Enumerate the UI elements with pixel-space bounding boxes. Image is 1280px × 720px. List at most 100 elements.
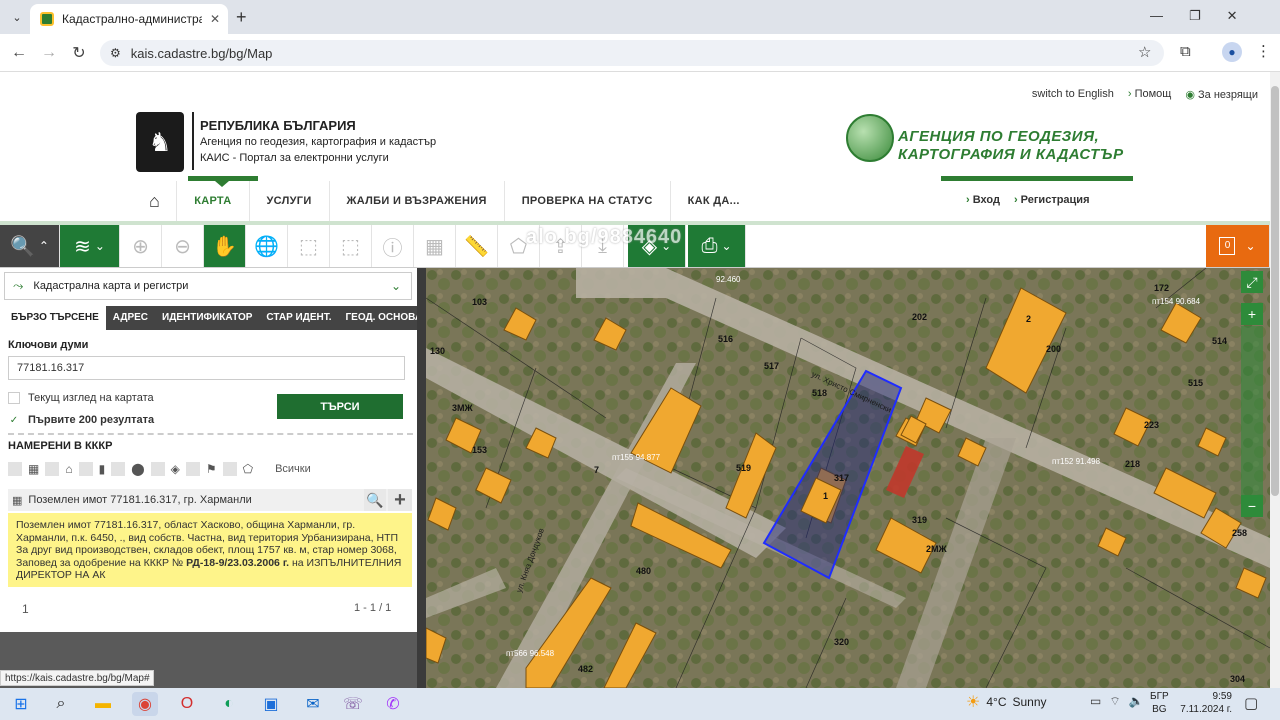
profile-avatar-icon[interactable]: ● (1222, 42, 1242, 62)
satellite-map[interactable]: alo.bg/9884640 103 130 516 517 518 519 4… (426, 268, 1270, 688)
result-header[interactable]: ▦ Поземлен имот 77181.16.317, гр. Харман… (8, 489, 412, 511)
search-tool-button[interactable]: 🔍 ⌃ (0, 225, 60, 267)
keywords-input[interactable] (8, 356, 405, 380)
cart-button[interactable]: 0 ⌄ (1206, 225, 1270, 267)
taskbar-clock[interactable]: 9:59 7.11.2024 г. (1178, 690, 1232, 716)
boundary-icon[interactable]: ⬠ (243, 462, 253, 476)
tab-quick-search[interactable]: БЪРЗО ТЪРСЕНЕ (4, 306, 106, 330)
zoom-in-button[interactable]: + (1241, 303, 1263, 325)
search-button[interactable]: ТЪРСИ (277, 394, 403, 419)
nav-how-to[interactable]: КАК ДА... (671, 181, 757, 221)
government-logo[interactable]: ♞ РЕПУБЛИКА БЪЛГАРИЯ Агенция по геодезия… (136, 112, 466, 172)
parcel-grid-icon[interactable]: ▦ (28, 462, 39, 476)
filter-checkbox[interactable] (45, 462, 60, 476)
back-icon[interactable]: ← (8, 42, 30, 64)
zoom-out-tool[interactable]: ⊖ (162, 225, 204, 267)
agency-logo[interactable]: АГЕНЦИЯ ПО ГЕОДЕЗИЯ, КАРТОГРАФИЯ И КАДАС… (846, 114, 1136, 166)
filter-checkbox[interactable] (222, 462, 237, 476)
measure-distance-tool[interactable]: 📏 (456, 225, 498, 267)
viber-icon[interactable]: ☏ (340, 692, 366, 716)
weather-widget[interactable]: ☀ 4°C Sunny (966, 692, 1047, 712)
chrome-icon[interactable]: ◉ (132, 692, 158, 716)
new-tab-button[interactable]: + (236, 7, 247, 28)
nav-map[interactable]: КАРТА (177, 181, 250, 221)
apartment-icon[interactable]: ▮ (99, 462, 106, 476)
result-details[interactable]: Поземлен имот 77181.16.317, област Хаско… (8, 513, 412, 587)
tab-old-identifier[interactable]: СТАР ИДЕНТ. (259, 306, 338, 330)
zoom-box-tool[interactable]: ⬚ (288, 225, 330, 267)
filter-checkbox[interactable] (150, 462, 165, 476)
print-tool-button[interactable]: ⎙ ⌄ (688, 225, 746, 267)
maximize-icon[interactable]: ❐ (1189, 8, 1201, 24)
pan-tool[interactable]: ✋ (204, 225, 246, 267)
layers-tool-button[interactable]: ≋ ⌄ (60, 225, 120, 267)
nav-services[interactable]: УСЛУГИ (250, 181, 330, 221)
browser-menu-icon[interactable]: ⋮ (1256, 42, 1271, 60)
start-button-icon[interactable]: ⊞ (8, 692, 34, 716)
filter-checkbox[interactable] (78, 462, 93, 476)
filter-all-label[interactable]: Всички (275, 463, 311, 475)
full-extent-tool[interactable]: 🌐 (246, 225, 288, 267)
network-icon[interactable]: ⌔ (1109, 694, 1120, 709)
unzoom-box-tool[interactable]: ⬚ (330, 225, 372, 267)
page-scrollbar-thumb[interactable] (1271, 86, 1279, 496)
browser-tab[interactable]: Кадастрално-административн ✕ (30, 4, 228, 34)
zoom-slider[interactable] (1241, 326, 1263, 496)
survey-point-icon[interactable]: ⚑ (206, 462, 217, 476)
layers-icon: ≋ (74, 235, 91, 258)
file-explorer-icon[interactable]: ▬ (90, 692, 116, 716)
tab-address[interactable]: АДРЕС (106, 306, 155, 330)
address-bar[interactable]: ⚙ kais.cadastre.bg/bg/Map (100, 40, 1164, 66)
filter-checkbox[interactable] (111, 462, 126, 476)
panel-splitter[interactable] (417, 268, 426, 688)
nav-status-check[interactable]: ПРОВЕРКА НА СТАТУС (505, 181, 671, 221)
location-pin-icon[interactable]: ⬤ (131, 462, 144, 476)
accessibility-link[interactable]: ◉ За незрящи (1185, 88, 1258, 101)
volume-icon[interactable]: 🔈 (1129, 694, 1144, 709)
language-indicator[interactable]: БГР BG (1150, 690, 1169, 716)
edge-icon[interactable]: ◐ (216, 692, 242, 716)
help-link[interactable]: › Помощ (1128, 88, 1172, 101)
nav-complaints[interactable]: ЖАЛБИ И ВЪЗРАЖЕНИЯ (330, 181, 505, 221)
opera-icon[interactable]: O (174, 692, 200, 716)
zoom-in-tool[interactable]: ⊕ (120, 225, 162, 267)
extensions-icon[interactable]: ⧉ (1180, 43, 1191, 60)
login-link[interactable]: › Вход (966, 194, 1000, 206)
tab-identifier[interactable]: ИДЕНТИФИКАТОР (155, 306, 259, 330)
zoom-out-button[interactable]: − (1241, 495, 1263, 517)
zoom-to-result-button[interactable]: 🔍 (364, 489, 386, 511)
filter-checkbox[interactable] (185, 462, 200, 476)
search-taskbar-icon[interactable]: ⌕ (48, 692, 74, 716)
result-order-number[interactable]: РД-18-9/23.03.2006 г. (186, 557, 289, 569)
reload-icon[interactable]: ↻ (68, 42, 90, 64)
store-icon[interactable]: ▣ (258, 692, 284, 716)
minimize-icon[interactable]: — (1150, 8, 1163, 24)
add-result-button[interactable]: + (388, 489, 412, 511)
current-view-checkbox[interactable] (8, 392, 20, 404)
switch-language-link[interactable]: switch to English (1032, 88, 1114, 101)
layers-icon[interactable]: ◈ (171, 462, 180, 476)
close-tab-icon[interactable]: ✕ (210, 12, 220, 26)
first200-checkbox[interactable]: ✓ (8, 414, 20, 426)
url-text: kais.cadastre.bg/bg/Map (130, 45, 273, 61)
tab-geodetic-base[interactable]: ГЕОД. ОСНОВА (338, 306, 429, 330)
coordinates-tool[interactable]: ▦ (414, 225, 456, 267)
battery-icon[interactable]: ▭ (1090, 694, 1101, 709)
layer-selector[interactable]: ⤳ Кадастрална карта и регистри ⌄ (4, 272, 412, 300)
map-canvas[interactable]: alo.bg/9884640 103 130 516 517 518 519 4… (426, 268, 1270, 688)
home-icon[interactable]: ⌂ (133, 181, 178, 221)
register-link[interactable]: › Регистрация (1014, 194, 1090, 206)
fullscreen-button[interactable]: ⤢ (1241, 271, 1263, 293)
messenger-icon[interactable]: ✆ (380, 692, 406, 716)
building-icon[interactable]: ⌂ (65, 462, 72, 476)
outlook-icon[interactable]: ✉ (300, 692, 326, 716)
pager-page[interactable]: 1 (22, 602, 29, 616)
close-window-icon[interactable]: ✕ (1227, 8, 1238, 24)
filter-checkbox[interactable] (8, 462, 22, 476)
site-info-icon[interactable]: ⚙ (110, 46, 121, 60)
forward-icon[interactable]: → (38, 42, 60, 64)
tab-list-icon[interactable]: ⌄ (8, 8, 26, 26)
bookmark-star-icon[interactable]: ☆ (1138, 43, 1151, 61)
info-tool[interactable]: ⓘ (372, 225, 414, 267)
notifications-icon[interactable]: ▢ (1244, 694, 1258, 712)
